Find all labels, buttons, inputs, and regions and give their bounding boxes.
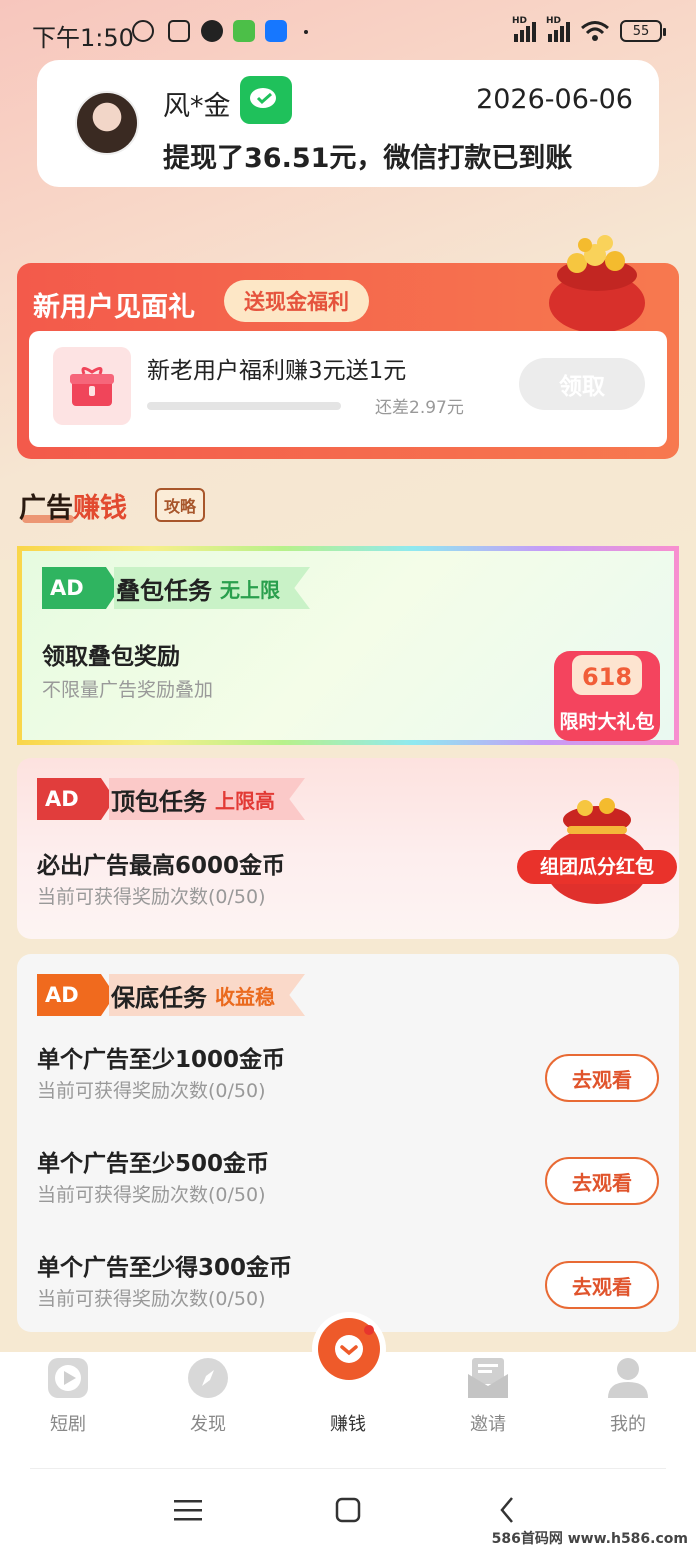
heading-part1: 广告	[19, 493, 73, 524]
notice-date: 2026-06-06	[476, 84, 633, 115]
new-user-gift-section: 新用户见面礼 送现金福利 新老用户福利赚3元送1元 还差2.97元 领取	[17, 235, 679, 459]
nav-label: 短剧	[50, 1414, 86, 1435]
task-title-band: 叠包任务 无上限	[114, 567, 310, 609]
top-task-card[interactable]: AD 顶包任务 上限高 必出广告最高6000金币 当前可获得奖励次数(0/50)…	[17, 758, 679, 939]
battery-icon: 55	[620, 20, 666, 42]
withdraw-notice-card: 风*金 2026-06-06 提现了36.51元，微信打款已到账	[37, 60, 659, 187]
notice-message: 提现了36.51元，微信打款已到账	[163, 143, 573, 174]
watch-ad-button[interactable]: 去观看	[545, 1261, 659, 1309]
task-name: 顶包任务	[111, 787, 207, 816]
gift-tag: 送现金福利	[224, 280, 369, 322]
nav-label: 发现	[190, 1414, 226, 1435]
gift-title: 新用户见面礼	[33, 292, 195, 323]
promo-618-gift[interactable]: 618 限时大礼包	[542, 647, 672, 747]
task-line1: 单个广告至少1000金币	[37, 1047, 286, 1073]
guide-button[interactable]: 攻略	[155, 488, 205, 522]
battery-level: 55	[632, 23, 650, 39]
task-title-band: 顶包任务 上限高	[109, 778, 305, 820]
play-icon	[48, 1358, 88, 1398]
alipay-icon	[265, 20, 287, 42]
gift-box-icon	[53, 347, 131, 425]
promo-text: 组团瓜分红包	[517, 850, 677, 884]
task-tag: 上限高	[215, 788, 275, 813]
back-icon[interactable]	[498, 1496, 516, 1524]
invite-icon	[468, 1358, 508, 1398]
group-red-packet-promo[interactable]: 组团瓜分红包	[517, 788, 677, 908]
claim-button[interactable]: 领取	[519, 358, 645, 410]
task-name: 叠包任务	[116, 576, 212, 605]
task-tag: 收益稳	[215, 984, 275, 1009]
ad-badge: AD	[37, 778, 115, 820]
task-line2: 当前可获得奖励次数(0/50)	[37, 1184, 266, 1206]
red-bag-icon	[545, 798, 649, 904]
watch-ad-button[interactable]: 去观看	[545, 1157, 659, 1205]
ad-badge: AD	[42, 567, 120, 609]
gift-remaining: 还差2.97元	[375, 398, 464, 418]
stack-task-card[interactable]: AD 叠包任务 无上限 领取叠包奖励 不限量广告奖励叠加 618 限时大礼包	[17, 546, 679, 745]
wifi-icon	[581, 21, 609, 41]
dot-icon	[304, 30, 308, 34]
task-line1: 单个广告至少得300金币	[37, 1255, 293, 1281]
promo-text: 限时大礼包	[559, 711, 655, 733]
signal-icon: HD	[512, 16, 536, 42]
signal-icon: HD	[546, 16, 570, 42]
watermark: 586首码网 www.h586.com	[491, 1531, 688, 1547]
download-icon	[233, 20, 255, 42]
app-icon	[201, 20, 223, 42]
task-line1: 必出广告最高6000金币	[37, 853, 286, 879]
task-line2: 当前可获得奖励次数(0/50)	[37, 886, 266, 908]
menu-icon[interactable]	[174, 1498, 202, 1522]
gift-description: 新老用户福利赚3元送1元	[147, 358, 407, 384]
task-line2: 当前可获得奖励次数(0/50)	[37, 1288, 266, 1310]
task-line2: 不限量广告奖励叠加	[42, 679, 214, 701]
guaranteed-task-card: AD 保底任务 收益稳 单个广告至少1000金币 当前可获得奖励次数(0/50)…	[17, 954, 679, 1332]
compass-icon	[188, 1358, 228, 1398]
status-time: 下午1:50	[32, 24, 134, 52]
wechat-icon	[240, 76, 292, 124]
task-line2: 当前可获得奖励次数(0/50)	[37, 1080, 266, 1102]
status-bar: 下午1:50 HD HD 55	[0, 0, 696, 60]
heading-part2: 赚钱	[73, 493, 127, 524]
nav-divider	[30, 1468, 666, 1469]
home-icon[interactable]	[335, 1497, 361, 1523]
money-bag-icon	[549, 235, 645, 333]
gift-progress-bar	[147, 402, 341, 410]
task-name: 保底任务	[111, 983, 207, 1012]
alarm-icon	[132, 20, 154, 42]
nfc-icon	[168, 20, 190, 42]
ad-badge: AD	[37, 974, 115, 1016]
watch-ad-button[interactable]: 去观看	[545, 1054, 659, 1102]
promo-number: 618	[581, 663, 633, 691]
profile-icon	[608, 1358, 648, 1398]
notification-dot	[364, 1325, 374, 1335]
task-line1: 领取叠包奖励	[42, 644, 180, 670]
notice-user-name: 风*金	[163, 91, 231, 122]
nav-label: 赚钱	[330, 1414, 366, 1435]
task-line1: 单个广告至少500金币	[37, 1151, 270, 1177]
task-title-band: 保底任务 收益稳	[109, 974, 305, 1016]
nav-label: 邀请	[470, 1414, 506, 1435]
task-tag: 无上限	[220, 577, 280, 602]
avatar	[75, 91, 139, 155]
nav-label: 我的	[610, 1414, 646, 1435]
gift-task-card: 新老用户福利赚3元送1元 还差2.97元 领取	[29, 331, 667, 447]
ads-section-heading: 广告赚钱	[19, 486, 127, 525]
